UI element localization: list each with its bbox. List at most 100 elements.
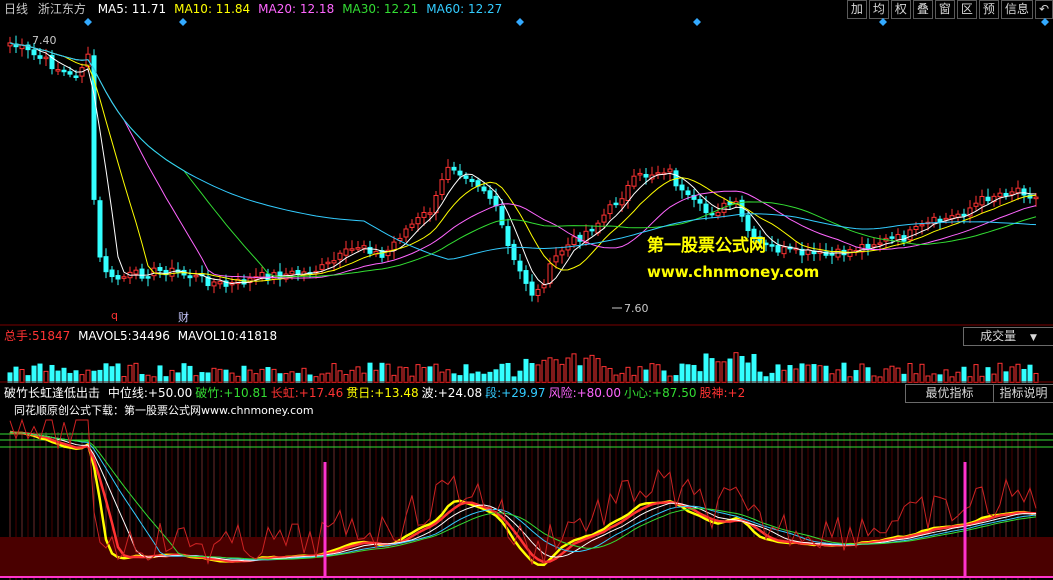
moving-average-line: [9, 42, 1037, 278]
volume-bar: [265, 367, 271, 383]
volume-bar: [955, 371, 961, 383]
candle-body: [895, 234, 901, 241]
volume-bar: [823, 365, 829, 383]
volume-bar: [721, 361, 727, 383]
candle-body: [145, 276, 151, 279]
toolbar-button[interactable]: 叠: [912, 0, 933, 19]
candle-body: [19, 44, 25, 50]
volume-bar: [421, 366, 427, 383]
toolbar-button[interactable]: 权: [890, 0, 911, 19]
moving-average-line: [9, 42, 1037, 260]
volume-bar: [985, 367, 991, 383]
volume-dropdown-label: 成交量: [980, 329, 1017, 343]
volume-chart[interactable]: [0, 345, 1053, 383]
toolbar-button[interactable]: 预: [978, 0, 999, 19]
candle-body: [109, 269, 115, 278]
event-diamond-icon: [879, 18, 887, 26]
volume-bar: [349, 369, 355, 383]
toolbar-button[interactable]: 区: [956, 0, 977, 19]
volume-bar: [805, 364, 811, 383]
mavol5-label: MAVOL5:: [78, 329, 132, 343]
candle-body: [289, 270, 295, 275]
indicator-header: 破竹长虹逢低出击 中位线:+50.00 破竹:+10.81 长虹:+17.46 贯日:…: [4, 384, 748, 402]
volume-bar: [835, 369, 841, 383]
volume-bar: [169, 369, 175, 383]
back-icon[interactable]: ↶: [1034, 0, 1053, 19]
volume-bar: [787, 365, 793, 383]
candle-body: [775, 245, 781, 253]
indicator-param: 段:+29.97: [485, 386, 546, 400]
volume-dropdown[interactable]: 成交量 ▼: [963, 327, 1053, 346]
volume-bar: [373, 369, 379, 383]
volume-header: 总手:51847 MAVOL5:34496 MAVOL10:41818: [4, 327, 277, 345]
toolbar-button[interactable]: 窗: [934, 0, 955, 19]
volume-bar: [259, 368, 265, 383]
volume-bar: [1009, 366, 1015, 383]
volume-bar: [685, 364, 691, 383]
candle-body: [829, 253, 835, 256]
candle-body: [529, 281, 535, 296]
indicator-explain-button[interactable]: 指标说明: [993, 384, 1053, 403]
volume-bar: [661, 370, 667, 383]
candle-body: [979, 195, 985, 206]
volume-bar: [817, 365, 823, 383]
volume-bar: [181, 363, 187, 383]
volume-bar: [241, 365, 247, 383]
period-label[interactable]: 日线: [4, 2, 28, 16]
volume-bar: [55, 370, 61, 383]
marker-q[interactable]: q: [111, 309, 118, 322]
candle-body: [907, 229, 913, 241]
volume-bar: [853, 370, 859, 383]
ma-legend-item: MA30: 12.21: [342, 2, 419, 16]
volume-bar: [865, 367, 871, 383]
candle-body: [187, 275, 193, 279]
candle-body: [667, 168, 673, 173]
candle-body: [211, 281, 217, 287]
toolbar-button[interactable]: 加: [846, 0, 867, 19]
toolbar-button[interactable]: 均: [868, 0, 889, 19]
candle-body: [919, 223, 925, 227]
volume-bar: [247, 369, 253, 383]
volume-bar: [91, 370, 97, 383]
volume-bar: [49, 364, 55, 383]
volume-bar: [463, 364, 469, 383]
candle-body: [769, 244, 775, 247]
volume-bar: [745, 362, 751, 383]
volume-bar: [553, 359, 559, 383]
volume-bar: [475, 371, 481, 383]
candle-body: [541, 284, 547, 289]
candle-body: [571, 236, 577, 246]
price-chart[interactable]: [0, 18, 1053, 326]
candle-body: [157, 267, 163, 271]
marker-cai[interactable]: 财: [178, 309, 189, 325]
indicator-param: 贯日:+13.48: [346, 386, 419, 400]
volume-bar: [109, 366, 115, 383]
toolbar-button[interactable]: 信息: [1000, 0, 1033, 19]
event-diamond-icon: [516, 18, 524, 26]
volume-bar: [415, 364, 421, 383]
volume-bar: [271, 368, 277, 383]
volume-bar: [649, 363, 655, 383]
volume-bar: [757, 371, 763, 383]
candle-body: [559, 250, 565, 256]
volume-bar: [103, 363, 109, 383]
candle-body: [913, 225, 919, 231]
volume-bar: [223, 369, 229, 383]
indicator-param: 中位线:+50.00: [107, 386, 193, 400]
indicator-chart[interactable]: [0, 402, 1053, 580]
indicator-name: 破竹长虹逢低出击: [4, 386, 101, 400]
volume-bar: [505, 362, 511, 383]
ma-legend: MA5: 11.71 MA10: 11.84 MA20: 12.18 MA30: 12…: [98, 2, 511, 16]
volume-bar: [793, 368, 799, 383]
event-diamond-icon: [693, 18, 701, 26]
volume-bar: [907, 363, 913, 383]
mavol10-value: 41818: [238, 329, 278, 343]
volume-bar: [727, 358, 733, 383]
candle-body: [97, 200, 103, 258]
volume-bar: [199, 372, 205, 383]
volume-bar: [43, 370, 49, 383]
candle-body: [445, 166, 451, 180]
volume-bar: [31, 365, 37, 383]
volume-bar: [607, 367, 613, 383]
best-indicator-button[interactable]: 最优指标: [905, 384, 994, 403]
